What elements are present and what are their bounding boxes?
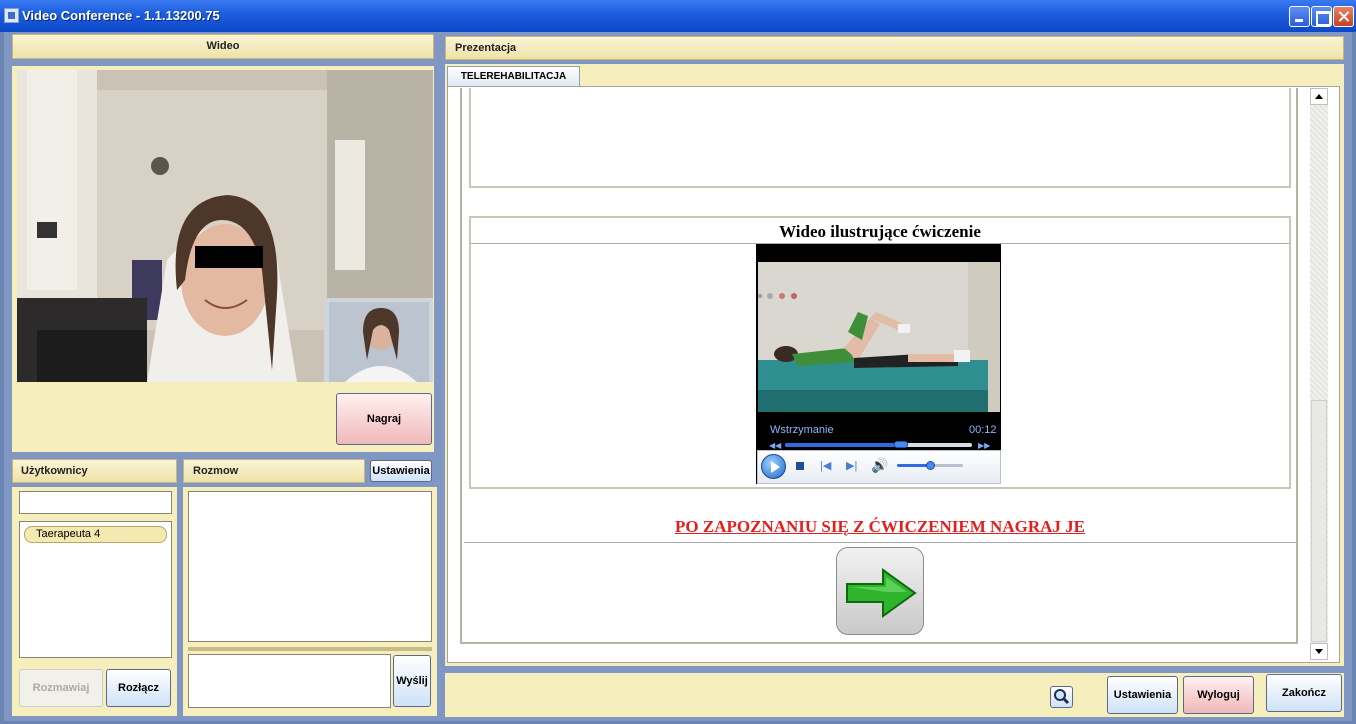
play-button[interactable] bbox=[761, 454, 786, 479]
volume-icon[interactable]: 🔊 bbox=[871, 457, 888, 474]
chat-log[interactable] bbox=[188, 491, 432, 642]
record-instruction: PO ZAPOZNANIU SIĘ Z ĆWICZENIEM NAGRAJ JE bbox=[675, 517, 1085, 536]
seek-bar-handle[interactable] bbox=[894, 441, 908, 448]
video-feed-image bbox=[17, 70, 433, 382]
users-search-input[interactable] bbox=[19, 491, 172, 514]
top-content-box bbox=[469, 88, 1291, 188]
tab-telerehabilitacja[interactable]: TELEREHABILITACJA bbox=[447, 66, 580, 86]
exercise-video-frame bbox=[758, 262, 1000, 412]
player-screen[interactable] bbox=[758, 262, 1000, 412]
scrollbar-thumb[interactable] bbox=[1311, 400, 1327, 642]
window-title: Video Conference - 1.1.13200.75 bbox=[22, 8, 220, 23]
record-button[interactable]: Nagraj bbox=[336, 393, 432, 445]
next-track-icon[interactable]: ▶| bbox=[846, 459, 857, 472]
chat-message-input[interactable] bbox=[188, 654, 391, 708]
scroll-up-icon[interactable] bbox=[1310, 88, 1328, 105]
zoom-button[interactable] bbox=[1050, 686, 1073, 708]
next-arrow-button[interactable] bbox=[836, 547, 924, 635]
player-time: 00:12 bbox=[969, 424, 997, 436]
seek-bar-fill bbox=[785, 443, 901, 447]
chat-header: Rozmow bbox=[183, 459, 365, 483]
talk-button[interactable]: Rozmawiaj bbox=[19, 669, 103, 707]
disconnect-button[interactable]: Rozłącz bbox=[106, 669, 171, 707]
maximize-button[interactable] bbox=[1311, 6, 1332, 27]
divider bbox=[464, 542, 1296, 543]
previous-track-icon[interactable]: |◀ bbox=[820, 459, 831, 472]
green-arrow-icon bbox=[846, 568, 917, 618]
magnifier-icon bbox=[1054, 689, 1070, 705]
settings-button[interactable]: Ustawienia bbox=[1107, 676, 1178, 714]
app-icon bbox=[4, 8, 19, 23]
presentation-header: Prezentacja bbox=[445, 36, 1344, 60]
send-button[interactable]: Wyślij bbox=[393, 655, 431, 707]
chat-splitter[interactable] bbox=[188, 647, 432, 651]
users-header: Użytkownicy bbox=[12, 459, 177, 483]
scroll-down-icon[interactable] bbox=[1310, 643, 1328, 660]
minimize-button[interactable] bbox=[1289, 6, 1310, 27]
rewind-icon[interactable]: ◀◀ bbox=[769, 441, 781, 450]
user-list-item[interactable]: Taerapeuta 4 bbox=[24, 526, 167, 543]
player-status: Wstrzymanie bbox=[770, 424, 834, 436]
close-button[interactable] bbox=[1333, 6, 1354, 27]
fast-forward-icon[interactable]: ▶▶ bbox=[978, 441, 990, 450]
chat-settings-button[interactable]: Ustawienia bbox=[370, 460, 432, 482]
exercise-video-title: Wideo ilustrujące ćwiczenie bbox=[779, 222, 981, 241]
logout-button[interactable]: Wyloguj bbox=[1183, 676, 1254, 714]
end-button[interactable]: Zakończ bbox=[1266, 674, 1342, 712]
stop-button[interactable] bbox=[796, 462, 804, 470]
volume-slider-handle[interactable] bbox=[926, 461, 935, 470]
video-feed bbox=[17, 70, 433, 382]
video-header: Wideo bbox=[12, 34, 434, 59]
